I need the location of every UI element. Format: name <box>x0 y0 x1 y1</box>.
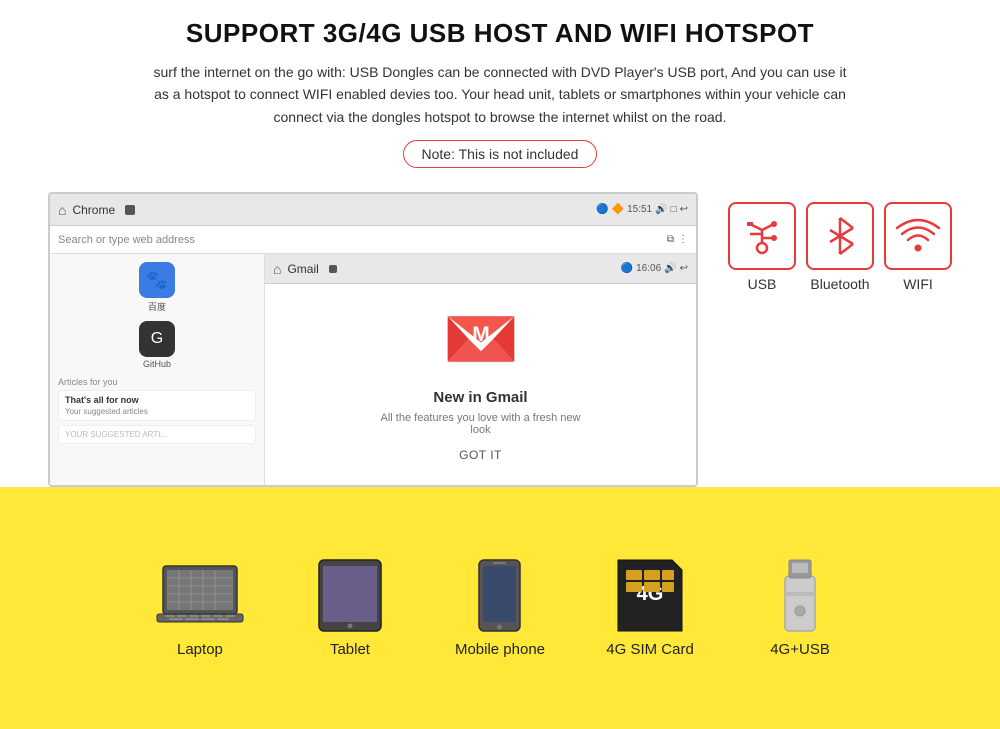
chrome-stop-icon <box>125 205 135 215</box>
gmail-bar: ⌂ Gmail 🔵 16:06 🔊 ↩ <box>265 254 696 284</box>
news-card: That's all for now Your suggested articl… <box>58 390 256 421</box>
laptop-item: Laptop <box>155 558 245 658</box>
screen-icon: □ <box>671 204 677 215</box>
back-icon: ↩ <box>680 204 688 215</box>
usb-stick-item: 4G+USB <box>755 558 845 658</box>
address-bar[interactable]: Search or type web address ⧉ ⋮ <box>50 226 696 254</box>
news-body-2: YOUR SUGGESTED ARTI... <box>65 430 249 439</box>
wifi-status-icon: 🔶 <box>612 204 624 215</box>
usb-icon-box <box>728 202 796 270</box>
bluetooth-icon-box <box>806 202 874 270</box>
chrome-status-bar: 🔵 🔶 15:51 🔊 □ ↩ <box>596 204 688 215</box>
screenshot-mock: ⌂ Chrome 🔵 🔶 15:51 🔊 □ ↩ Search or type … <box>48 192 698 487</box>
chrome-bar: ⌂ Chrome 🔵 🔶 15:51 🔊 □ ↩ <box>50 194 696 226</box>
tablet-item: Tablet <box>305 558 395 658</box>
gmail-home-icon: ⌂ <box>273 261 281 277</box>
gmail-panel: ⌂ Gmail 🔵 16:06 🔊 ↩ <box>265 254 696 487</box>
baidu-icon: 🐾 <box>139 262 175 298</box>
gmail-logo: M <box>446 312 516 379</box>
news-card-2: YOUR SUGGESTED ARTI... <box>58 425 256 444</box>
browser-content-area: 🐾 百度 G GitHub Articles for you That's al… <box>50 254 696 487</box>
volume-icon: 🔊 <box>655 204 667 215</box>
usb-label: USB <box>748 276 777 292</box>
chrome-left-panel: 🐾 百度 G GitHub Articles for you That's al… <box>50 254 265 487</box>
github-label: GitHub <box>143 359 171 369</box>
sim-card-icon: 4G <box>616 558 684 633</box>
gmail-stop-icon <box>329 265 337 273</box>
wifi-item: WIFI <box>884 202 952 292</box>
wifi-label: WIFI <box>903 276 933 292</box>
baidu-label: 百度 <box>148 300 166 313</box>
baidu-app-icon[interactable]: 🐾 百度 <box>58 262 256 313</box>
chrome-title: Chrome <box>72 203 115 217</box>
gmail-back-icon: ↩ <box>680 263 688 274</box>
usb-stick-icon <box>781 556 819 636</box>
articles-label: Articles for you <box>58 377 256 387</box>
middle-section: ⌂ Chrome 🔵 🔶 15:51 🔊 □ ↩ Search or type … <box>0 192 1000 487</box>
gmail-heading: New in Gmail <box>433 389 527 406</box>
tablet-label: Tablet <box>330 641 370 658</box>
page-title: SUPPORT 3G/4G USB HOST AND WIFI HOTSPOT <box>186 18 814 49</box>
gmail-title: Gmail <box>287 262 318 276</box>
bottom-section: Laptop Tablet M <box>0 487 1000 729</box>
address-bar-icons: ⧉ ⋮ <box>667 234 688 245</box>
bluetooth-label: Bluetooth <box>810 276 869 292</box>
laptop-label: Laptop <box>177 641 223 658</box>
more-icon: ⋮ <box>678 234 688 245</box>
mobile-phone-label: Mobile phone <box>455 641 545 658</box>
github-icon: G <box>139 321 175 357</box>
gmail-bt-icon: 🔵 <box>621 263 633 274</box>
gmail-time: 16:06 <box>636 263 661 274</box>
svg-text:M: M <box>472 322 490 345</box>
wifi-icon <box>895 214 941 258</box>
usb-item: USB <box>728 202 796 292</box>
note-box: Note: This is not included <box>403 140 598 168</box>
gmail-vol-icon: 🔊 <box>664 263 676 274</box>
tablet-icon <box>315 558 385 633</box>
mobile-phone-item: Mobile phone <box>455 558 545 658</box>
time-display: 15:51 <box>627 204 652 215</box>
usb-stick-icon-wrap <box>755 558 845 633</box>
gmail-subtext: All the features you love with a fresh n… <box>381 412 581 436</box>
tab-icon: ⧉ <box>667 234 674 245</box>
tablet-icon-wrap <box>305 558 395 633</box>
home-icon: ⌂ <box>58 202 66 218</box>
news-title: That's all for now <box>65 395 249 405</box>
mobile-phone-icon <box>477 558 522 633</box>
got-it-button[interactable]: GOT IT <box>459 448 502 462</box>
laptop-icon <box>155 562 245 630</box>
gmail-status-bar: 🔵 16:06 🔊 ↩ <box>621 263 688 274</box>
usb-stick-label: 4G+USB <box>770 641 830 658</box>
wifi-icon-box <box>884 202 952 270</box>
top-section: SUPPORT 3G/4G USB HOST AND WIFI HOTSPOT … <box>0 0 1000 192</box>
github-app-icon[interactable]: G GitHub <box>58 321 256 369</box>
sim-icon-wrap: 4G <box>605 558 695 633</box>
usb-icon <box>740 214 784 258</box>
bluetooth-status-icon: 🔵 <box>596 204 608 215</box>
news-body: Your suggested articles <box>65 407 249 416</box>
sim-card-item: 4G 4G SIM Card <box>605 558 695 658</box>
description-text: surf the internet on the go with: USB Do… <box>150 61 850 128</box>
mobile-icon-wrap <box>455 558 545 633</box>
gmail-content: M New in Gmail All the features you love… <box>265 284 696 487</box>
sim-card-label: 4G SIM Card <box>606 641 694 658</box>
connectivity-icons-column: USB Bluetooth <box>728 192 952 292</box>
address-input[interactable]: Search or type web address <box>58 234 661 246</box>
bluetooth-icon <box>820 214 860 258</box>
connectivity-row: USB Bluetooth <box>728 202 952 292</box>
laptop-icon-wrap <box>155 558 245 633</box>
bluetooth-item: Bluetooth <box>806 202 874 292</box>
